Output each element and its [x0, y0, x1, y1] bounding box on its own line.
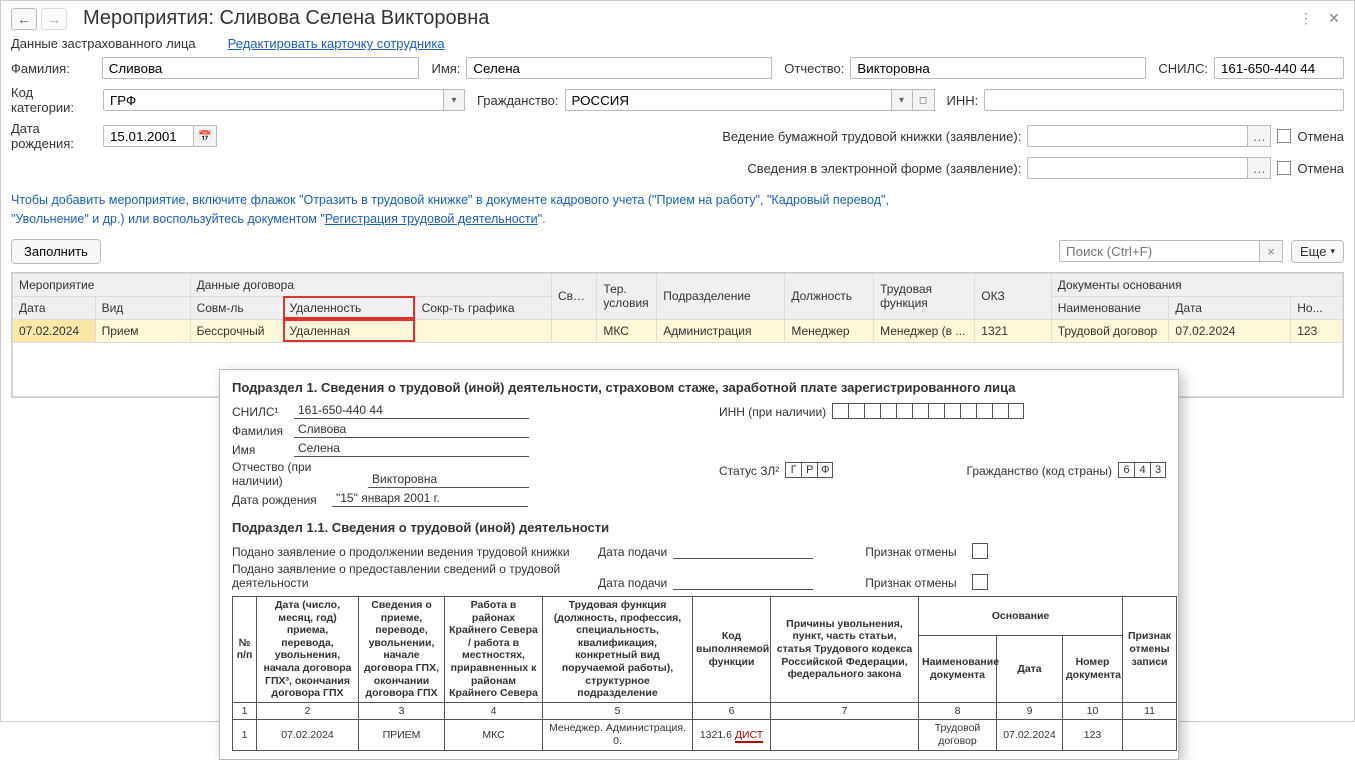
more-button[interactable]: Еще▾ [1291, 240, 1344, 263]
report-subwindow: Подраздел 1. Сведения о трудовой (иной) … [219, 369, 1179, 760]
calendar-icon[interactable]: 📅 [193, 125, 217, 147]
picker-icon[interactable]: … [1247, 157, 1271, 179]
surname-label: Фамилия: [11, 61, 96, 76]
electronic-cancel-checkbox[interactable] [1277, 161, 1291, 175]
col-dolz: Должность [785, 273, 874, 319]
col-dok-no: Но... [1291, 296, 1343, 319]
citizenship-combo[interactable]: ▾ ◻ [565, 89, 935, 111]
paper-app-input[interactable]: … [1027, 125, 1271, 147]
col-vid: Вид [95, 296, 190, 319]
col-sovm: Совм-ль [190, 296, 283, 319]
col-sokr: Сокр-ть графика [415, 296, 551, 319]
col-group-docs: Документы основания [1051, 273, 1342, 296]
name-label: Имя: [431, 61, 460, 76]
search-input[interactable] [1059, 240, 1259, 262]
open-icon[interactable]: ◻ [913, 89, 935, 111]
col-sved: Сведения [551, 273, 596, 319]
dist-marker: ДИСТ [735, 729, 763, 743]
snils-label: СНИЛС: [1158, 61, 1208, 76]
dob-input[interactable]: 📅 [103, 125, 217, 147]
patronymic-label: Отчество: [784, 61, 844, 76]
status-boxes: ГРФ [785, 462, 833, 478]
kebab-icon[interactable]: ⋮ [1296, 10, 1316, 27]
inn-input[interactable] [984, 89, 1344, 111]
col-udal: Удаленность [283, 296, 415, 319]
cancel-checkbox [972, 574, 988, 590]
electronic-app-label: Сведения в электронной форме (заявление)… [747, 161, 1021, 176]
nav-forward-button[interactable]: → [41, 8, 67, 30]
col-okz: ОКЗ [975, 273, 1051, 319]
picker-icon[interactable]: … [1247, 125, 1271, 147]
dropdown-icon[interactable]: ▾ [891, 89, 913, 111]
paper-cancel-checkbox[interactable] [1277, 129, 1291, 143]
paper-cancel-label: Отмена [1297, 129, 1344, 144]
close-icon[interactable]: ✕ [1324, 10, 1344, 27]
surname-input[interactable] [102, 57, 420, 79]
col-trud: Трудовая функция [874, 273, 975, 319]
fill-button[interactable]: Заполнить [11, 239, 101, 264]
col-ter: Тер. условия [597, 273, 657, 319]
inn-boxes [832, 403, 1024, 419]
col-dok-data: Дата [1169, 296, 1291, 319]
snils-input[interactable] [1214, 57, 1344, 79]
nav-back-button[interactable]: ← [11, 8, 37, 30]
col-date: Дата [13, 296, 96, 319]
cancel-checkbox [972, 543, 988, 559]
sub11-title: Подраздел 1.1. Сведения о трудовой (иной… [232, 520, 1166, 535]
report-table: № п/п Дата (число, месяц, год) приема, п… [232, 596, 1177, 751]
category-label: Код категории: [11, 85, 97, 115]
citizenship-boxes: 643 [1118, 462, 1166, 478]
electronic-cancel-label: Отмена [1297, 161, 1344, 176]
electronic-app-input[interactable]: … [1027, 157, 1271, 179]
insured-section-label: Данные застрахованного лица [11, 36, 196, 51]
report-title: Подраздел 1. Сведения о трудовой (иной) … [232, 380, 1166, 395]
category-combo[interactable]: ▾ [103, 89, 465, 111]
table-row[interactable]: 07.02.2024 Прием Бессрочный Удаленная МК… [13, 319, 1343, 342]
hint-text: Чтобы добавить мероприятие, включите фла… [1, 185, 1354, 235]
name-input[interactable] [466, 57, 772, 79]
edit-employee-link[interactable]: Редактировать карточку сотрудника [228, 36, 445, 51]
patronymic-input[interactable] [850, 57, 1146, 79]
paper-app-label: Ведение бумажной трудовой книжки (заявле… [722, 129, 1021, 144]
search-clear-icon[interactable]: × [1259, 240, 1283, 262]
col-podr: Подразделение [657, 273, 785, 319]
page-title: Мероприятия: Сливова Селена Викторовна [83, 7, 489, 30]
col-dok-naim: Наименование [1051, 296, 1169, 319]
registration-link[interactable]: Регистрация трудовой деятельности [325, 212, 538, 226]
dob-label: Дата рождения: [11, 121, 97, 151]
dropdown-icon[interactable]: ▾ [443, 89, 465, 111]
citizenship-label: Гражданство: [477, 93, 559, 108]
inn-label: ИНН: [947, 93, 979, 108]
report-row: 1 07.02.2024 ПРИЕМ МКС Менеджер. Админис… [233, 720, 1177, 750]
col-group-event: Мероприятие [13, 273, 191, 296]
col-group-contract: Данные договора [190, 273, 551, 296]
